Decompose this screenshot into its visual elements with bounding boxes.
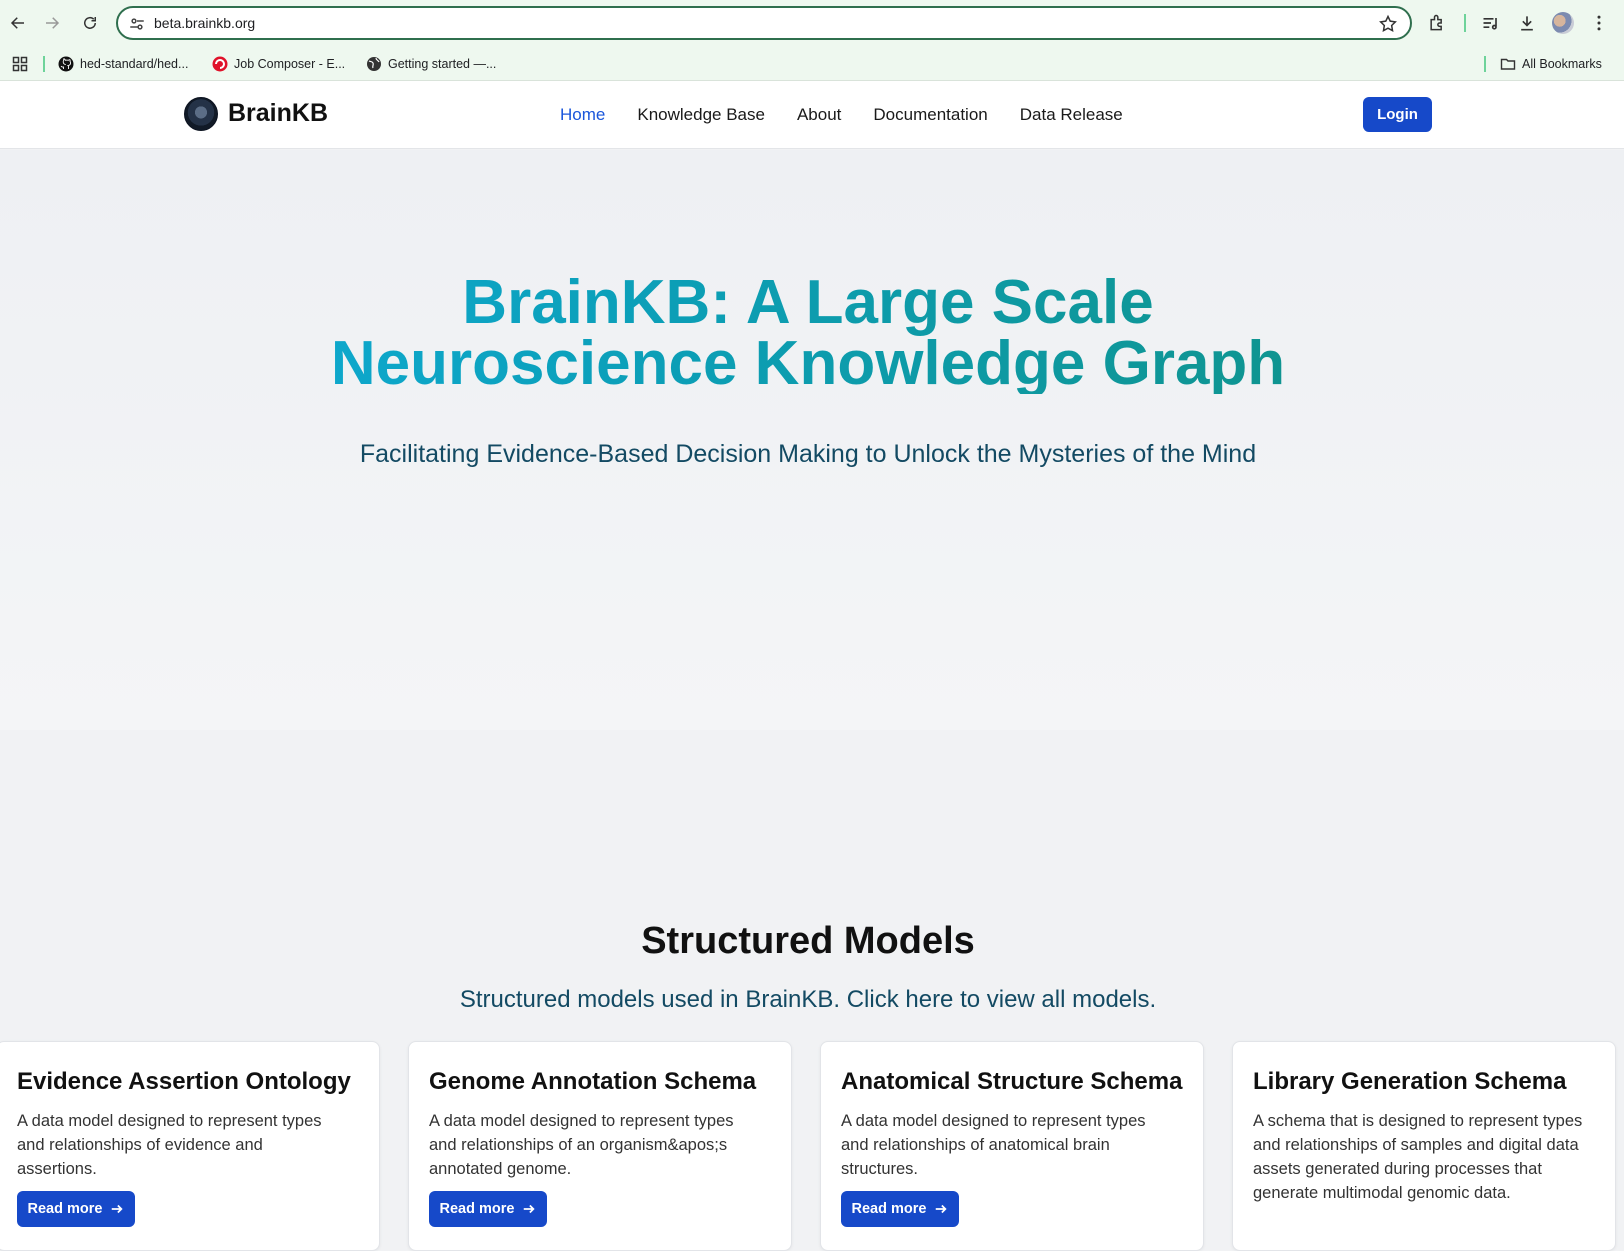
bookmark-label: hed-standard/hed... [80, 57, 189, 71]
github-icon [58, 56, 74, 72]
browser-chrome: beta.brainkb.org hed-standard/hed... Job… [0, 0, 1624, 81]
read-more-button[interactable]: Read more [17, 1191, 135, 1227]
card-description: A data model designed to represent types… [429, 1112, 734, 1178]
job-composer-icon [212, 56, 228, 72]
bookmark-hed-standard[interactable]: hed-standard/hed... [58, 54, 188, 74]
browser-menu-icon[interactable] [1588, 12, 1610, 34]
read-more-button[interactable]: Read more [429, 1191, 547, 1227]
main-nav: Home Knowledge Base About Documentation … [560, 105, 1155, 125]
site-logo-text[interactable]: BrainKB [228, 99, 328, 128]
nav-documentation[interactable]: Documentation [873, 105, 987, 125]
brainkb-logo[interactable] [184, 97, 218, 131]
arrow-right-icon [936, 1204, 948, 1214]
profile-avatar[interactable] [1552, 12, 1574, 34]
card-title: Anatomical Structure Schema [841, 1068, 1183, 1095]
login-button[interactable]: Login [1363, 97, 1432, 132]
card-title: Evidence Assertion Ontology [17, 1068, 351, 1095]
all-bookmarks-label: All Bookmarks [1522, 57, 1602, 71]
media-controls-icon[interactable] [1480, 12, 1502, 34]
bookmark-divider [43, 56, 45, 72]
url-text[interactable]: beta.brainkb.org [154, 15, 255, 31]
extensions-icon[interactable] [1426, 12, 1448, 34]
hero-section: BrainKB: A Large Scale Neuroscience Know… [0, 150, 1624, 730]
browser-toolbar: beta.brainkb.org [0, 0, 1624, 46]
nav-data-release[interactable]: Data Release [1020, 105, 1123, 125]
nav-knowledge-base[interactable]: Knowledge Base [637, 105, 765, 125]
model-card-evidence-assertion[interactable]: Evidence Assertion Ontology A data model… [0, 1041, 380, 1251]
read-more-label: Read more [851, 1201, 927, 1217]
view-all-models-link[interactable]: Structured models used in BrainKB. Click… [0, 986, 1616, 1014]
arrow-right-icon [112, 1204, 124, 1214]
model-card-genome-annotation[interactable]: Genome Annotation Schema A data model de… [408, 1041, 792, 1251]
address-bar[interactable]: beta.brainkb.org [116, 6, 1412, 40]
hero-tagline: Facilitating Evidence-Based Decision Mak… [359, 440, 1257, 468]
apps-grid-icon[interactable] [12, 54, 28, 74]
card-description: A data model designed to represent types… [841, 1112, 1146, 1178]
card-title: Genome Annotation Schema [429, 1068, 757, 1095]
bookmarks-bar: hed-standard/hed... Job Composer - E... … [0, 46, 1624, 80]
hero-title-line-1: BrainKB: A Large Scale [462, 268, 1154, 337]
toolbar-divider [1464, 14, 1466, 32]
read-more-label: Read more [27, 1201, 103, 1217]
nav-about[interactable]: About [797, 105, 841, 125]
card-title: Library Generation Schema [1253, 1068, 1567, 1095]
bookmark-label: Job Composer - E... [234, 57, 346, 71]
hero-title-line-2: Neuroscience Knowledge Graph [330, 329, 1286, 398]
card-description: A data model designed to represent types… [17, 1112, 322, 1178]
bookmark-job-composer[interactable]: Job Composer - E... [212, 54, 345, 74]
nav-home[interactable]: Home [560, 105, 605, 125]
model-card-anatomical-structure[interactable]: Anatomical Structure Schema A data model… [820, 1041, 1204, 1251]
reload-icon[interactable] [78, 11, 102, 35]
forward-icon[interactable] [40, 11, 64, 35]
bookmark-label: Getting started —... [388, 57, 497, 71]
bookmark-getting-started[interactable]: Getting started —... [366, 54, 496, 74]
read-more-button[interactable]: Read more [841, 1191, 959, 1227]
model-card-library-generation[interactable]: Library Generation Schema A schema that … [1232, 1041, 1616, 1251]
back-icon[interactable] [6, 11, 30, 35]
all-bookmarks-folder[interactable]: All Bookmarks [1500, 54, 1602, 74]
bookmark-divider [1484, 56, 1486, 72]
globe-icon [366, 56, 382, 72]
bookmark-star-icon[interactable] [1378, 14, 1398, 34]
read-more-label: Read more [439, 1201, 515, 1217]
site-header: BrainKB Home Knowledge Base About Docume… [0, 81, 1624, 149]
hero-title: BrainKB: A Large Scale Neuroscience Know… [0, 272, 1616, 394]
arrow-right-icon [524, 1204, 536, 1214]
section-heading: Structured Models [641, 920, 975, 962]
site-settings-icon[interactable] [128, 15, 146, 33]
download-icon[interactable] [1516, 12, 1538, 34]
folder-icon [1500, 56, 1516, 72]
card-description: A schema that is designed to represent t… [1253, 1112, 1583, 1202]
